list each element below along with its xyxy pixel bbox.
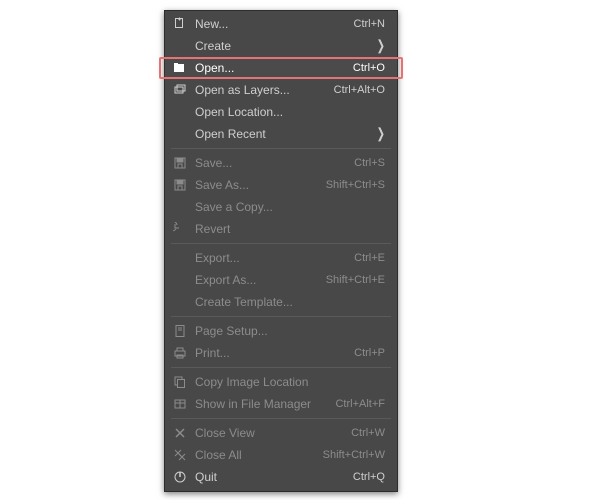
- menu-item-save-as: Save As...Shift+Ctrl+S: [165, 174, 397, 196]
- menu-item-label: Revert: [189, 222, 385, 236]
- menu-item-label: Show in File Manager: [189, 397, 327, 411]
- menu-item-shortcut: Ctrl+W: [343, 427, 385, 439]
- quit-icon: [171, 468, 189, 486]
- blank-icon: [171, 37, 189, 55]
- menu-item-label: Export...: [189, 251, 346, 265]
- menu-item-label: Open as Layers...: [189, 83, 326, 97]
- menu-item-shortcut: Ctrl+S: [346, 157, 385, 169]
- menu-item-label: Open...: [189, 61, 345, 75]
- chevron-right-icon: ❯: [371, 38, 385, 53]
- menu-item-close-view: Close ViewCtrl+W: [165, 422, 397, 444]
- menu-item-label: Close View: [189, 426, 343, 440]
- menu-item-copy-loc: Copy Image Location: [165, 371, 397, 393]
- menu-item-label: Open Location...: [189, 105, 385, 119]
- menu-item-export: Export...Ctrl+E: [165, 247, 397, 269]
- pagesetup-icon: [171, 322, 189, 340]
- copy-icon: [171, 373, 189, 391]
- blank-icon: [171, 125, 189, 143]
- closeall-icon: [171, 446, 189, 464]
- menu-item-create-tmpl: Create Template...: [165, 291, 397, 313]
- blank-icon: [171, 198, 189, 216]
- menu-item-label: Save As...: [189, 178, 318, 192]
- menu-item-new[interactable]: New...Ctrl+N: [165, 13, 397, 35]
- menu-item-label: Quit: [189, 470, 345, 484]
- menu-item-save: Save...Ctrl+S: [165, 152, 397, 174]
- open-icon: [171, 59, 189, 77]
- menu-separator: [171, 148, 391, 149]
- menu-item-quit[interactable]: QuitCtrl+Q: [165, 466, 397, 488]
- blank-icon: [171, 249, 189, 267]
- menu-item-shortcut: Shift+Ctrl+S: [318, 179, 385, 191]
- menu-item-shortcut: Ctrl+N: [346, 18, 385, 30]
- menu-item-label: Copy Image Location: [189, 375, 385, 389]
- revert-icon: [171, 220, 189, 238]
- menu-item-open-layers[interactable]: Open as Layers...Ctrl+Alt+O: [165, 79, 397, 101]
- menu-item-label: Close All: [189, 448, 315, 462]
- filemgr-icon: [171, 395, 189, 413]
- menu-separator: [171, 316, 391, 317]
- menu-item-create[interactable]: Create❯: [165, 35, 397, 57]
- menu-item-show-fm: Show in File ManagerCtrl+Alt+F: [165, 393, 397, 415]
- menu-item-label: Open Recent: [189, 127, 371, 141]
- menu-item-shortcut: Ctrl+Alt+F: [327, 398, 385, 410]
- blank-icon: [171, 293, 189, 311]
- menu-separator: [171, 418, 391, 419]
- menu-item-label: Export As...: [189, 273, 318, 287]
- close-icon: [171, 424, 189, 442]
- menu-item-shortcut: Shift+Ctrl+E: [318, 274, 385, 286]
- layers-icon: [171, 81, 189, 99]
- menu-item-label: Save...: [189, 156, 346, 170]
- chevron-right-icon: ❯: [371, 126, 385, 141]
- menu-separator: [171, 243, 391, 244]
- menu-item-shortcut: Ctrl+O: [345, 62, 385, 74]
- menu-item-page-setup: Page Setup...: [165, 320, 397, 342]
- menu-item-label: Save a Copy...: [189, 200, 385, 214]
- menu-item-label: Page Setup...: [189, 324, 385, 338]
- file-menu[interactable]: New...Ctrl+NCreate❯Open...Ctrl+OOpen as …: [164, 10, 398, 492]
- menu-item-shortcut: Shift+Ctrl+W: [315, 449, 385, 461]
- menu-item-shortcut: Ctrl+E: [346, 252, 385, 264]
- menu-item-export-as: Export As...Shift+Ctrl+E: [165, 269, 397, 291]
- menu-item-label: Create Template...: [189, 295, 385, 309]
- saveas-icon: [171, 176, 189, 194]
- menu-item-open[interactable]: Open...Ctrl+O: [165, 57, 397, 79]
- menu-item-save-copy: Save a Copy...: [165, 196, 397, 218]
- menu-item-shortcut: Ctrl+Alt+O: [326, 84, 385, 96]
- save-icon: [171, 154, 189, 172]
- print-icon: [171, 344, 189, 362]
- menu-item-shortcut: Ctrl+Q: [345, 471, 385, 483]
- menu-item-label: Print...: [189, 346, 346, 360]
- menu-item-revert: Revert: [165, 218, 397, 240]
- menu-separator: [171, 367, 391, 368]
- blank-icon: [171, 103, 189, 121]
- menu-item-label: Create: [189, 39, 371, 53]
- new-icon: [171, 15, 189, 33]
- menu-item-open-recent[interactable]: Open Recent❯: [165, 123, 397, 145]
- blank-icon: [171, 271, 189, 289]
- menu-item-close-all: Close AllShift+Ctrl+W: [165, 444, 397, 466]
- menu-item-label: New...: [189, 17, 346, 31]
- menu-item-open-location[interactable]: Open Location...: [165, 101, 397, 123]
- menu-item-print: Print...Ctrl+P: [165, 342, 397, 364]
- menu-item-shortcut: Ctrl+P: [346, 347, 385, 359]
